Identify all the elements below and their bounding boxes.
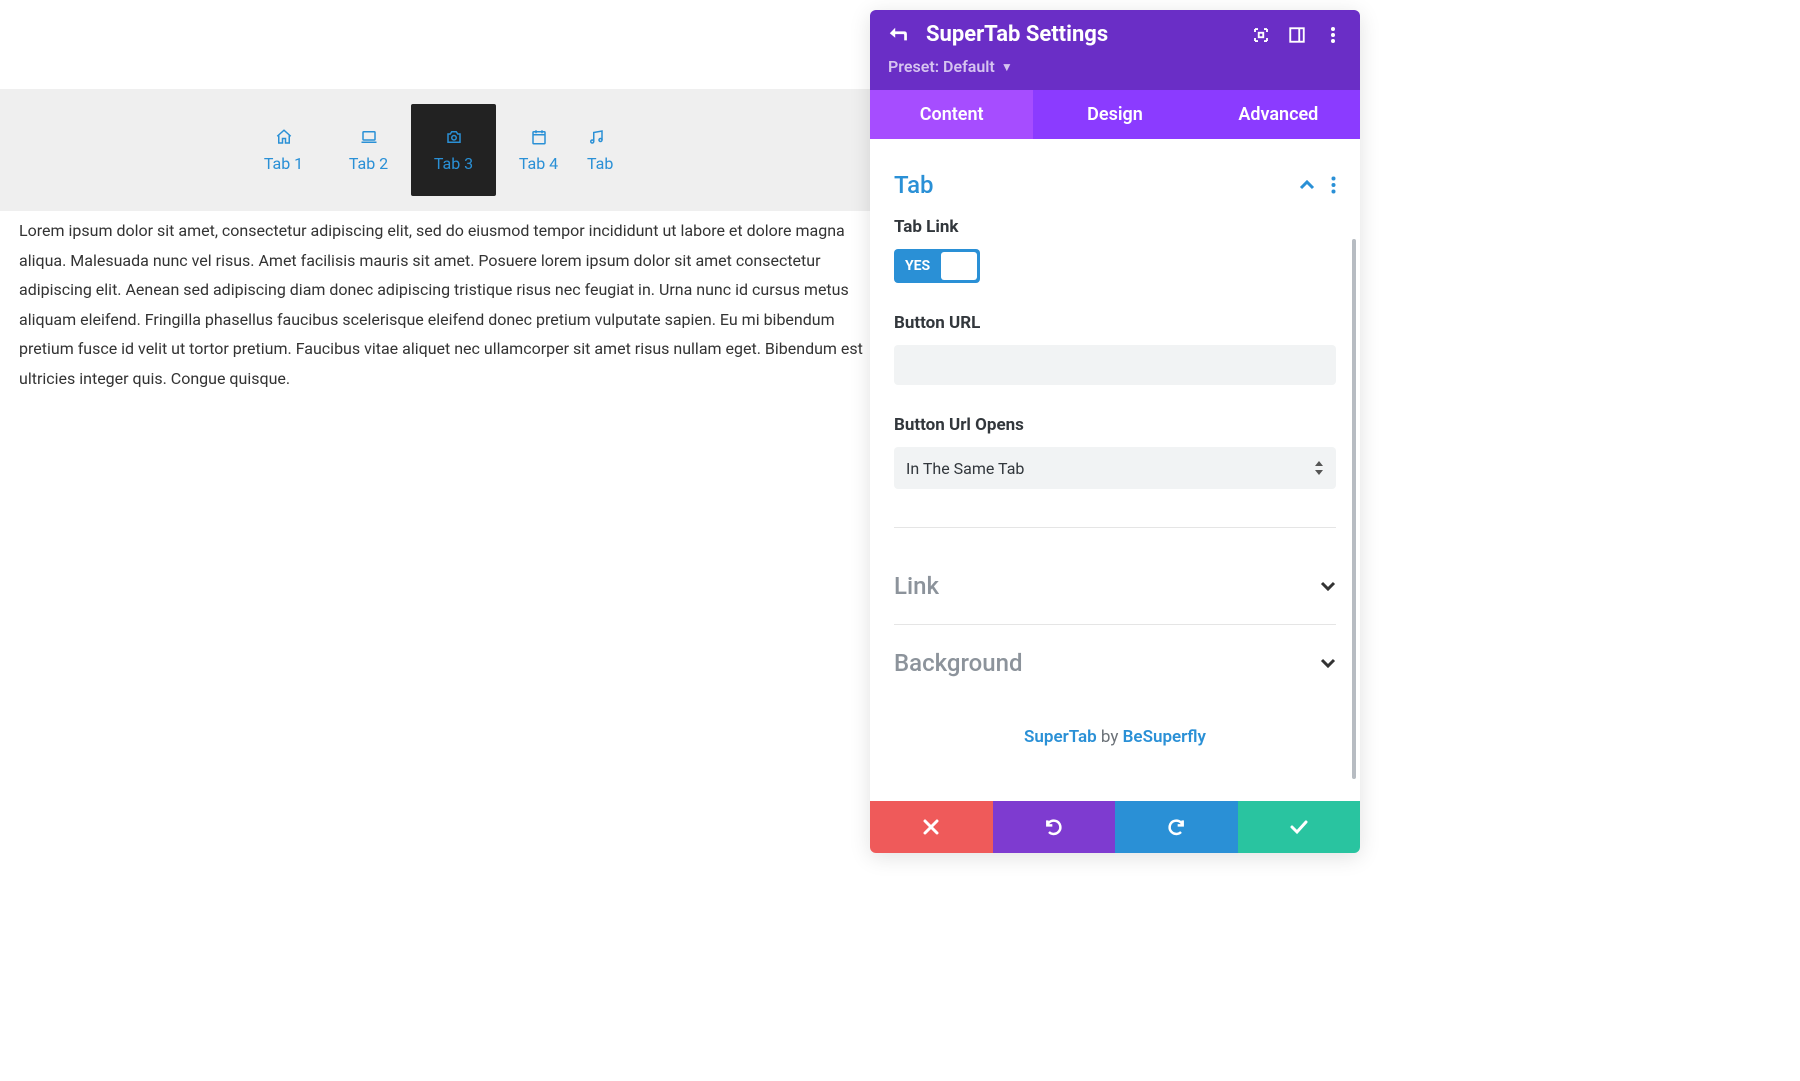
chevron-down-icon xyxy=(1320,581,1336,591)
panel-title: SuperTab Settings xyxy=(926,22,1236,47)
section-title: Background xyxy=(894,649,1023,677)
tab-label: Tab 1 xyxy=(264,154,303,173)
tab-label: Tab 3 xyxy=(434,154,473,173)
panel-tab-content[interactable]: Content xyxy=(870,90,1033,139)
section-title: Tab xyxy=(894,171,934,199)
panel-tabs: Content Design Advanced xyxy=(870,90,1360,139)
music-icon xyxy=(587,128,605,146)
panel-body: Tab Tab Link YES xyxy=(870,139,1360,801)
preset-selector[interactable]: Preset: Default ▼ xyxy=(870,53,1360,90)
credit-sep: by xyxy=(1097,727,1123,747)
tab-link-label: Tab Link xyxy=(894,217,1336,237)
settings-panel: SuperTab Settings Preset: Default ▼ Cont… xyxy=(870,10,1360,853)
credit-product-link[interactable]: SuperTab xyxy=(1024,727,1097,747)
tab-label: Tab 2 xyxy=(349,154,388,173)
chevron-up-icon[interactable] xyxy=(1299,180,1315,190)
laptop-icon xyxy=(360,128,378,146)
back-icon[interactable] xyxy=(886,26,908,44)
button-url-label: Button URL xyxy=(894,313,1336,333)
tabs-bar: Tab 1 Tab 2 Tab 3 Tab 4 Tab xyxy=(0,89,870,211)
section-background[interactable]: Background xyxy=(894,625,1336,701)
panel-header: SuperTab Settings Preset: Default ▼ xyxy=(870,10,1360,90)
chevron-down-icon: ▼ xyxy=(1001,60,1013,74)
chevron-down-icon xyxy=(1320,658,1336,668)
panel-footer xyxy=(870,801,1360,853)
preset-label: Preset: Default xyxy=(888,57,995,76)
undo-button[interactable] xyxy=(993,801,1116,853)
scrollbar[interactable] xyxy=(1352,239,1356,779)
snap-icon[interactable] xyxy=(1286,26,1308,44)
select-value: In The Same Tab xyxy=(906,459,1024,478)
tab-content-text: Lorem ipsum dolor sit amet, consectetur … xyxy=(19,216,889,394)
cancel-button[interactable] xyxy=(870,801,993,853)
calendar-icon xyxy=(530,128,548,146)
url-opens-label: Button Url Opens xyxy=(894,415,1336,435)
section-link[interactable]: Link xyxy=(894,548,1336,625)
section-more-icon[interactable] xyxy=(1331,176,1336,194)
expand-icon[interactable] xyxy=(1250,26,1272,44)
panel-tab-advanced[interactable]: Advanced xyxy=(1197,90,1360,139)
save-button[interactable] xyxy=(1238,801,1361,853)
credit-author-link[interactable]: BeSuperfly xyxy=(1123,727,1206,747)
toggle-value: YES xyxy=(897,258,936,274)
section-title: Link xyxy=(894,572,939,600)
button-url-input[interactable] xyxy=(894,345,1336,385)
more-icon[interactable] xyxy=(1322,26,1344,44)
tab-link-toggle[interactable]: YES xyxy=(894,249,980,283)
url-opens-select[interactable]: In The Same Tab xyxy=(894,447,1336,489)
credit-line: SuperTab by BeSuperfly xyxy=(894,701,1336,791)
tab-5-partial[interactable]: Tab xyxy=(581,104,629,196)
tab-label: Tab 4 xyxy=(519,154,558,173)
home-icon xyxy=(275,128,293,146)
select-caret-icon xyxy=(1314,461,1324,475)
panel-tab-design[interactable]: Design xyxy=(1033,90,1196,139)
tab-4[interactable]: Tab 4 xyxy=(496,104,581,196)
camera-icon xyxy=(445,128,463,146)
toggle-knob xyxy=(941,252,977,280)
tab-1[interactable]: Tab 1 xyxy=(241,104,326,196)
tab-3[interactable]: Tab 3 xyxy=(411,104,496,196)
section-tab: Tab Tab Link YES xyxy=(894,161,1336,528)
redo-button[interactable] xyxy=(1115,801,1238,853)
tab-label: Tab xyxy=(587,154,613,173)
tab-2[interactable]: Tab 2 xyxy=(326,104,411,196)
